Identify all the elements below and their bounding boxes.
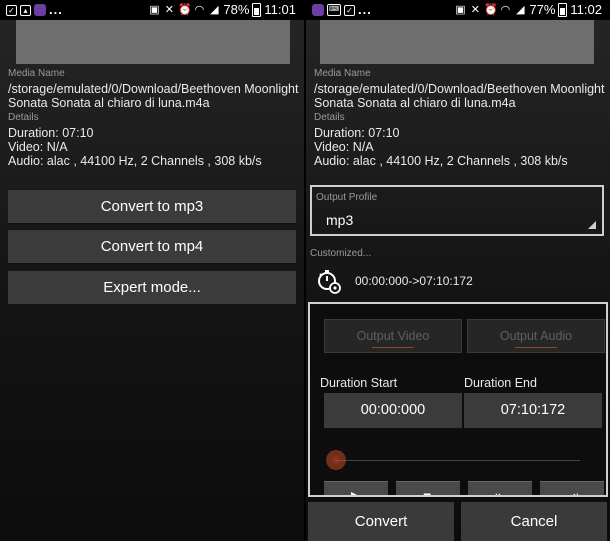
nfc-icon: ▣ <box>149 4 160 16</box>
time-range-text: 00:00:000->07:10:172 <box>355 274 473 288</box>
status-bar: ✓ ▴ ... ▣ ✕ ⏰ ◠ ◢ 78% 11:01 <box>0 0 304 20</box>
alarm-icon: ⏰ <box>178 4 193 16</box>
output-video-label: Output Video <box>356 329 430 343</box>
left-screen: ✓ ▴ ... ▣ ✕ ⏰ ◠ ◢ 78% 11:01 Media Name /… <box>0 0 304 541</box>
media-path-line2: Sonata Sonata al chiaro di luna.m4a <box>314 96 516 110</box>
clock: 11:01 <box>264 2 296 17</box>
convert-mp4-button[interactable]: Convert to mp4 <box>8 230 296 264</box>
stop-button[interactable]: ■ <box>396 481 460 497</box>
check-box-icon: ✓ <box>6 4 17 16</box>
audio-text: Audio: alac , 44100 Hz, 2 Channels , 308… <box>8 154 262 168</box>
output-video-button[interactable]: Output Video <box>324 319 462 353</box>
output-audio-button[interactable]: Output Audio <box>467 319 605 353</box>
check-box-icon: ✓ <box>344 4 355 16</box>
duration-start-field[interactable]: 00:00:000 <box>324 393 462 429</box>
more-notifications: ... <box>358 2 372 17</box>
nfc-icon: ▣ <box>455 4 466 16</box>
status-bar: ⌨ ✓ ... ▣ ✕ ⏰ ◠ ◢ 77% 11:02 <box>306 0 610 20</box>
seek-track[interactable] <box>334 460 580 461</box>
duration-end-field[interactable]: 07:10:172 <box>464 393 602 429</box>
editor-panel: Output Video Output Audio Duration Start… <box>308 302 608 497</box>
clock: 11:02 <box>570 2 602 17</box>
duration-end-label: Duration End <box>464 376 537 390</box>
customized-label: Customized... <box>310 248 372 259</box>
set-start-button[interactable]: ⇤ <box>468 481 532 497</box>
signal-icon: ◢ <box>516 4 525 16</box>
stop-icon: ■ <box>423 488 432 497</box>
media-name-label: Media Name <box>314 68 371 79</box>
expert-mode-button[interactable]: Expert mode... <box>8 271 296 305</box>
battery-icon <box>558 3 568 17</box>
more-notifications: ... <box>49 2 63 17</box>
convert-button[interactable]: Convert <box>308 502 454 541</box>
skip-start-icon: ⇤ <box>495 488 507 497</box>
output-audio-label: Output Audio <box>499 329 573 343</box>
purple-app-icon <box>34 4 46 16</box>
output-profile-select[interactable]: Output Profile mp3 <box>310 185 604 236</box>
purple-app-icon <box>312 4 324 16</box>
ad-banner[interactable] <box>320 20 594 64</box>
battery-icon <box>252 3 262 17</box>
image-icon: ▴ <box>20 4 31 16</box>
right-screen: ⌨ ✓ ... ▣ ✕ ⏰ ◠ ◢ 77% 11:02 Media Name /… <box>306 0 610 541</box>
battery-percent: 77% <box>529 2 556 17</box>
mute-icon: ✕ <box>164 4 174 16</box>
dropdown-corner-icon <box>588 221 596 229</box>
battery-percent: 78% <box>223 2 250 17</box>
seek-thumb[interactable] <box>326 450 346 470</box>
mute-icon: ✕ <box>470 4 480 16</box>
video-text: Video: N/A <box>314 140 374 154</box>
output-profile-value: mp3 <box>326 212 354 228</box>
signal-icon: ◢ <box>210 4 219 16</box>
media-path-line2: Sonata Sonata al chiaro di luna.m4a <box>8 96 210 110</box>
tab-underline <box>515 347 557 348</box>
duration-text: Duration: 07:10 <box>314 126 400 140</box>
alarm-icon: ⏰ <box>484 4 499 16</box>
duration-start-label: Duration Start <box>320 376 398 390</box>
details-label: Details <box>8 112 39 123</box>
video-text: Video: N/A <box>8 140 68 154</box>
duration-text: Duration: 07:10 <box>8 126 94 140</box>
media-name-label: Media Name <box>8 68 65 79</box>
audio-text: Audio: alac , 44100 Hz, 2 Channels , 308… <box>314 154 568 168</box>
cancel-button[interactable]: Cancel <box>461 502 607 541</box>
tab-underline <box>372 347 414 348</box>
set-end-button[interactable]: ⇥ <box>540 481 604 497</box>
media-path-line1: /storage/emulated/0/Download/Beethoven M… <box>314 82 605 96</box>
skip-end-icon: ⇥ <box>567 488 579 497</box>
time-range-row: 00:00:000->07:10:172 <box>316 266 473 296</box>
wifi-icon: ◠ <box>500 4 511 16</box>
output-profile-label: Output Profile <box>316 192 378 203</box>
media-path-line1: /storage/emulated/0/Download/Beethoven M… <box>8 82 299 96</box>
details-label: Details <box>314 112 345 123</box>
play-button[interactable]: ▶ <box>324 481 388 497</box>
ad-banner[interactable] <box>16 20 290 64</box>
convert-mp3-button[interactable]: Convert to mp3 <box>8 190 296 224</box>
play-icon: ▶ <box>351 488 362 497</box>
stopwatch-settings-icon[interactable] <box>316 268 342 294</box>
keyboard-icon: ⌨ <box>327 4 341 16</box>
wifi-icon: ◠ <box>194 4 205 16</box>
